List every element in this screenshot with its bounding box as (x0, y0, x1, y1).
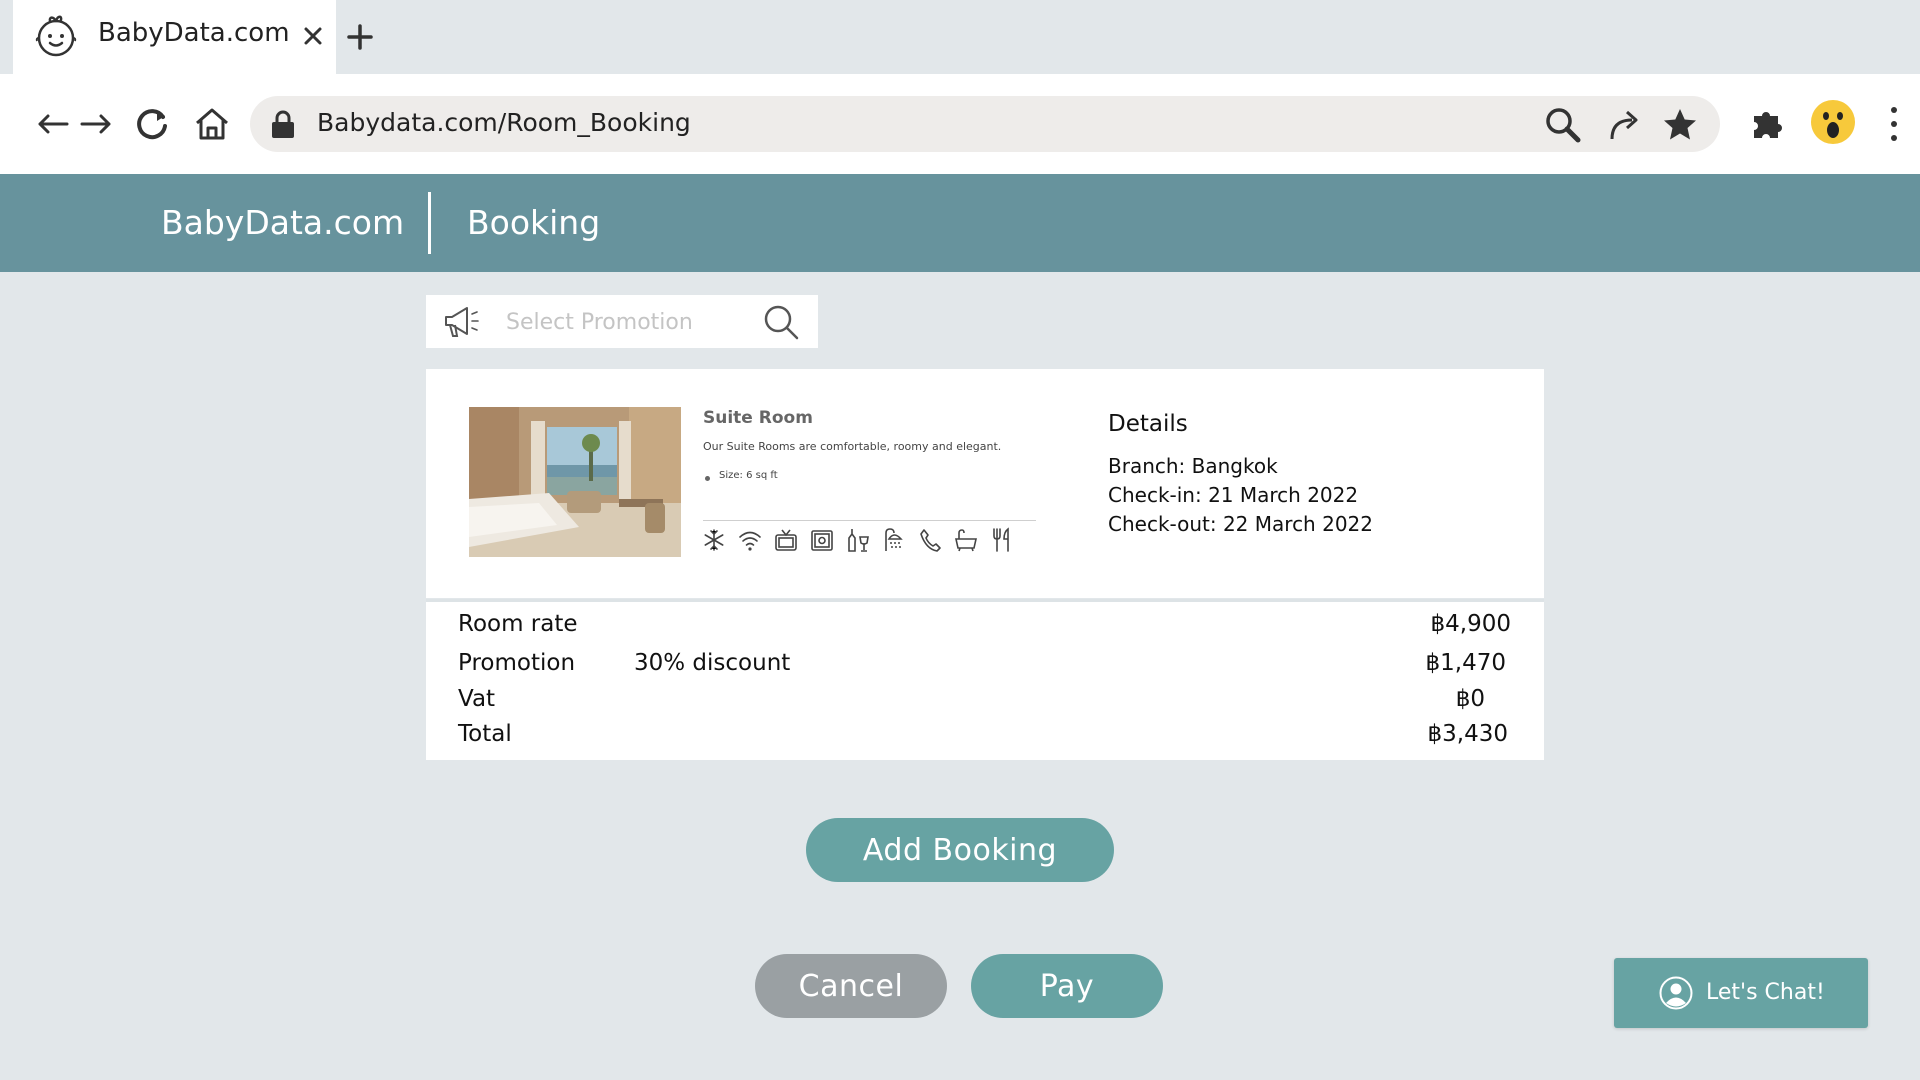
amenities-list (702, 527, 1014, 553)
snowflake-icon (702, 527, 726, 553)
site-brand[interactable]: BabyData.com (161, 203, 404, 242)
room-rate-value: ฿4,900 (1430, 611, 1511, 637)
tab-strip: BabyData.com (0, 0, 1920, 74)
room-size: Size: 6 sq ft (719, 470, 778, 481)
tab-title: BabyData.com (98, 18, 290, 48)
total-value: ฿3,430 (1427, 721, 1508, 747)
search-icon[interactable] (1544, 106, 1582, 144)
branch-text: Branch: Bangkok (1108, 454, 1278, 478)
promotion-row: Promotion 30% discount ฿1,470 (426, 650, 1544, 682)
arrow-left-icon[interactable] (33, 104, 73, 144)
puzzle-icon[interactable] (1748, 104, 1788, 144)
vat-value: ฿0 (1455, 686, 1485, 712)
plus-icon[interactable] (345, 22, 375, 52)
details-title: Details (1108, 411, 1188, 437)
room-description: Our Suite Rooms are comfortable, roomy a… (703, 440, 1002, 453)
checkout-text: Check-out: 22 March 2022 (1108, 512, 1373, 536)
tv-icon (774, 527, 798, 553)
total-label: Total (458, 721, 512, 747)
browser-toolbar: Babydata.com/Room_Booking (0, 74, 1920, 174)
bathtub-icon (954, 527, 978, 553)
site-header: BabyData.com Booking (0, 174, 1920, 272)
safe-icon (810, 527, 834, 553)
url-text[interactable]: Babydata.com/Room_Booking (317, 108, 691, 137)
price-summary: Room rate ฿4,900 Promotion 30% discount … (426, 602, 1544, 760)
arrow-right-icon[interactable] (76, 104, 116, 144)
promotion-select[interactable] (426, 295, 818, 348)
room-photo (469, 407, 681, 557)
promotion-label: Promotion (458, 650, 576, 676)
cancel-button[interactable]: Cancel (755, 954, 947, 1018)
vat-row: Vat ฿0 (426, 686, 1544, 718)
browser-tab[interactable]: BabyData.com (13, 0, 336, 74)
utensils-icon (990, 527, 1014, 553)
address-bar[interactable]: Babydata.com/Room_Booking (250, 96, 1720, 152)
chat-label: Let's Chat! (1706, 980, 1825, 1005)
phone-icon (918, 527, 942, 553)
lock-icon (270, 109, 296, 139)
add-booking-button[interactable]: Add Booking (806, 818, 1114, 882)
page-title: Booking (467, 203, 601, 242)
surprised-face-icon[interactable] (1809, 98, 1857, 146)
minibar-icon (846, 527, 870, 553)
wifi-icon (738, 527, 762, 553)
chat-button[interactable]: Let's Chat! (1614, 958, 1868, 1028)
baby-face-icon (31, 10, 81, 60)
amenities-divider (703, 520, 1036, 521)
header-divider (428, 192, 431, 254)
share-icon[interactable] (1605, 106, 1643, 144)
bullet (705, 476, 710, 481)
room-rate-label: Room rate (458, 611, 578, 637)
room-name: Suite Room (703, 408, 813, 428)
room-card: Suite Room Our Suite Rooms are comfortab… (426, 369, 1544, 598)
promotion-value: ฿1,470 (1425, 650, 1506, 676)
vat-label: Vat (458, 686, 496, 712)
kebab-menu-icon[interactable] (1876, 104, 1912, 144)
megaphone-icon (442, 303, 482, 341)
reload-icon[interactable] (132, 104, 172, 144)
checkin-text: Check-in: 21 March 2022 (1108, 483, 1359, 507)
promotion-note: 30% discount (634, 650, 791, 676)
promotion-input[interactable] (504, 304, 698, 340)
shower-icon (882, 527, 906, 553)
home-icon[interactable] (192, 104, 232, 144)
close-icon[interactable] (299, 22, 327, 50)
total-row: Total ฿3,430 (426, 721, 1544, 753)
room-rate-row: Room rate ฿4,900 (426, 611, 1544, 643)
search-icon[interactable] (762, 303, 800, 341)
star-icon[interactable] (1661, 106, 1699, 144)
pay-button[interactable]: Pay (971, 954, 1163, 1018)
user-avatar-icon (1659, 976, 1693, 1010)
